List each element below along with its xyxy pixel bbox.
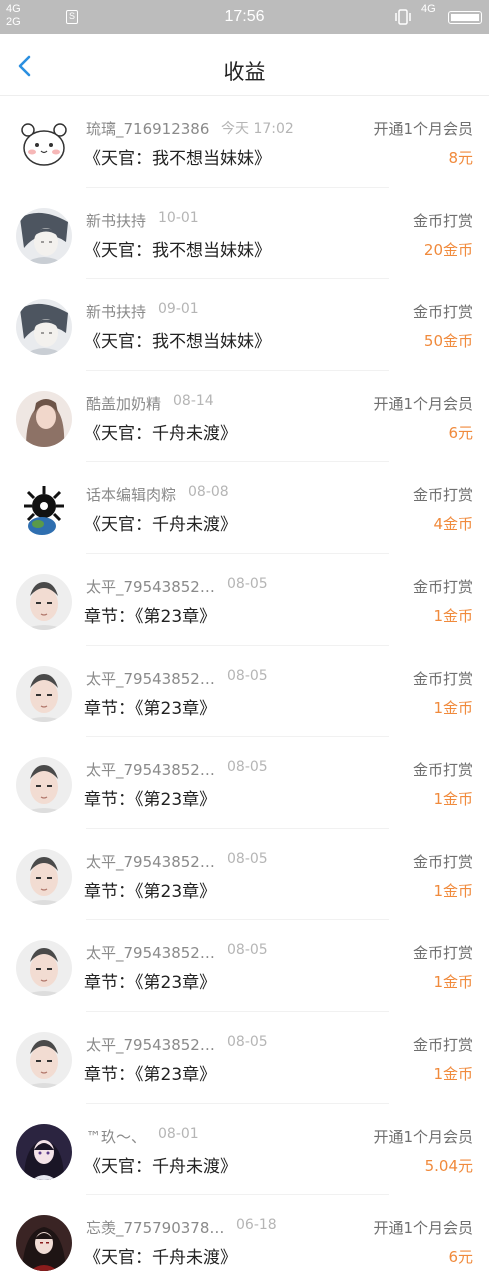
date-label: 08-05 xyxy=(227,575,268,592)
book-title: 《天官：我不想当妹妹》 xyxy=(84,240,271,261)
status-time: 17:56 xyxy=(224,8,265,25)
date-label: 08-05 xyxy=(227,942,268,959)
book-title: 《天官：千舟未渡》 xyxy=(84,1156,237,1177)
user-name: 太平_79543852… xyxy=(86,944,215,963)
list-item-10[interactable]: 太平_79543852… 08-05 章节：《第23章》 金币打赏 1金币 xyxy=(0,920,489,1012)
income-amount: 50金币 xyxy=(423,332,473,351)
page-title: 收益 xyxy=(223,60,266,84)
date-label: 06-18 xyxy=(236,1217,277,1234)
income-type: 金币打赏 xyxy=(412,577,473,596)
list-item-13[interactable]: 忘羡_775790378… 06-18 《天官：千舟未渡》 开通1个月会员 6元 xyxy=(0,1195,489,1280)
date-label: 09-01 xyxy=(158,301,199,318)
user-name: 话本编辑肉粽 xyxy=(86,486,177,505)
income-amount: 1金币 xyxy=(433,790,473,809)
income-amount: 1金币 xyxy=(433,698,473,717)
vibrate-icon xyxy=(394,8,412,26)
list-item-3[interactable]: 新书扶持 09-01 《天官：我不想当妹妹》 金币打赏 50金币 xyxy=(0,279,489,371)
income-type: 开通1个月会员 xyxy=(373,394,473,413)
user-name: 新书扶持 xyxy=(86,211,147,230)
income-amount: 1金币 xyxy=(433,1064,473,1083)
date-label: 08-05 xyxy=(227,1033,268,1050)
header: 收益 xyxy=(0,34,489,96)
user-name: 太平_79543852… xyxy=(86,1035,215,1054)
income-type: 开通1个月会员 xyxy=(373,1127,473,1146)
user-name: 琉璃_716912386 xyxy=(86,120,210,138)
date-label: 08-05 xyxy=(227,667,268,684)
date-label: 08-08 xyxy=(188,484,229,501)
earnings-list: 琉璃_716912386 今天 17:02 《天官：我不想当妹妹》 开通1个月会… xyxy=(0,96,489,1280)
status-bar: 4G 2G S 17:56 4G xyxy=(0,0,489,34)
avatar xyxy=(16,482,72,539)
list-item-5[interactable]: 话本编辑肉粽 08-08 《天官：千舟未渡》 金币打赏 4金币 xyxy=(0,462,489,554)
list-item-12[interactable]: ™玖～、 08-01 《天官：千舟未渡》 开通1个月会员 5.04元 xyxy=(0,1104,489,1196)
avatar xyxy=(16,207,72,264)
user-name: 新书扶持 xyxy=(86,303,147,322)
user-name: 酷盖加奶精 xyxy=(86,394,162,413)
date-label: 10-01 xyxy=(158,209,199,226)
list-item-4[interactable]: 酷盖加奶精 08-14 《天官：千舟未渡》 开通1个月会员 6元 xyxy=(0,371,489,463)
income-amount: 1金币 xyxy=(433,606,473,625)
income-type: 金币打赏 xyxy=(412,303,473,322)
income-type: 金币打赏 xyxy=(412,761,473,780)
date-label: 08-05 xyxy=(227,759,268,776)
battery-icon xyxy=(448,11,482,24)
list-item-9[interactable]: 太平_79543852… 08-05 章节：《第23章》 金币打赏 1金币 xyxy=(0,829,489,921)
income-amount: 1金币 xyxy=(433,881,473,900)
avatar xyxy=(16,390,72,447)
income-type: 金币打赏 xyxy=(412,211,473,230)
user-name: 太平_79543852… xyxy=(86,852,215,871)
income-amount: 8元 xyxy=(448,149,473,167)
income-type: 金币打赏 xyxy=(412,486,473,505)
book-title: 章节：《第23章》 xyxy=(84,881,217,902)
book-title: 《天官：千舟未渡》 xyxy=(84,423,237,444)
avatar xyxy=(16,848,72,905)
income-type: 金币打赏 xyxy=(412,669,473,688)
income-type: 金币打赏 xyxy=(412,852,473,871)
avatar xyxy=(16,299,72,356)
book-title: 章节：《第23章》 xyxy=(84,790,217,811)
user-name: 太平_79543852… xyxy=(86,669,215,688)
avatar xyxy=(16,116,72,172)
income-type: 金币打赏 xyxy=(412,944,473,963)
income-type: 开通1个月会员 xyxy=(373,120,473,138)
list-item-6[interactable]: 太平_79543852… 08-05 章节：《第23章》 金币打赏 1金币 xyxy=(0,554,489,646)
date-label: 08-05 xyxy=(227,850,268,867)
list-item-2[interactable]: 新书扶持 10-01 《天官：我不想当妹妹》 金币打赏 20金币 xyxy=(0,188,489,280)
income-amount: 6元 xyxy=(448,1248,473,1267)
income-amount: 5.04元 xyxy=(424,1156,473,1175)
avatar xyxy=(16,665,72,722)
list-item-11[interactable]: 太平_79543852… 08-05 章节：《第23章》 金币打赏 1金币 xyxy=(0,1012,489,1104)
avatar xyxy=(16,1215,72,1272)
avatar xyxy=(16,940,72,997)
list-item-1[interactable]: 琉璃_716912386 今天 17:02 《天官：我不想当妹妹》 开通1个月会… xyxy=(0,96,489,188)
date-label: 今天 17:02 xyxy=(221,121,294,137)
income-type: 金币打赏 xyxy=(412,1035,473,1054)
avatar xyxy=(16,1031,72,1088)
book-title: 《天官：千舟未渡》 xyxy=(84,515,237,536)
income-amount: 6元 xyxy=(448,423,473,442)
book-title: 章节：《第23章》 xyxy=(84,606,217,627)
book-title: 章节：《第23章》 xyxy=(84,698,217,719)
user-name: 忘羡_775790378… xyxy=(86,1219,225,1238)
network-right-label: 4G xyxy=(421,3,436,15)
user-name: 太平_79543852… xyxy=(86,577,215,596)
income-amount: 1金币 xyxy=(433,973,473,992)
date-label: 08-14 xyxy=(173,392,214,409)
income-amount: 20金币 xyxy=(423,240,473,259)
date-label: 08-01 xyxy=(158,1125,199,1142)
book-title: 《天官：我不想当妹妹》 xyxy=(84,149,271,169)
book-title: 《天官：千舟未渡》 xyxy=(84,1248,237,1269)
avatar xyxy=(16,757,72,814)
list-item-7[interactable]: 太平_79543852… 08-05 章节：《第23章》 金币打赏 1金币 xyxy=(0,646,489,738)
income-amount: 4金币 xyxy=(433,515,473,534)
user-name: ™玖～、 xyxy=(86,1127,147,1146)
book-title: 章节：《第23章》 xyxy=(84,973,217,994)
book-title: 《天官：我不想当妹妹》 xyxy=(84,332,271,353)
avatar xyxy=(16,1123,72,1180)
book-title: 章节：《第23章》 xyxy=(84,1064,217,1085)
list-item-8[interactable]: 太平_79543852… 08-05 章节：《第23章》 金币打赏 1金币 xyxy=(0,737,489,829)
avatar xyxy=(16,573,72,630)
income-type: 开通1个月会员 xyxy=(373,1219,473,1238)
user-name: 太平_79543852… xyxy=(86,761,215,780)
